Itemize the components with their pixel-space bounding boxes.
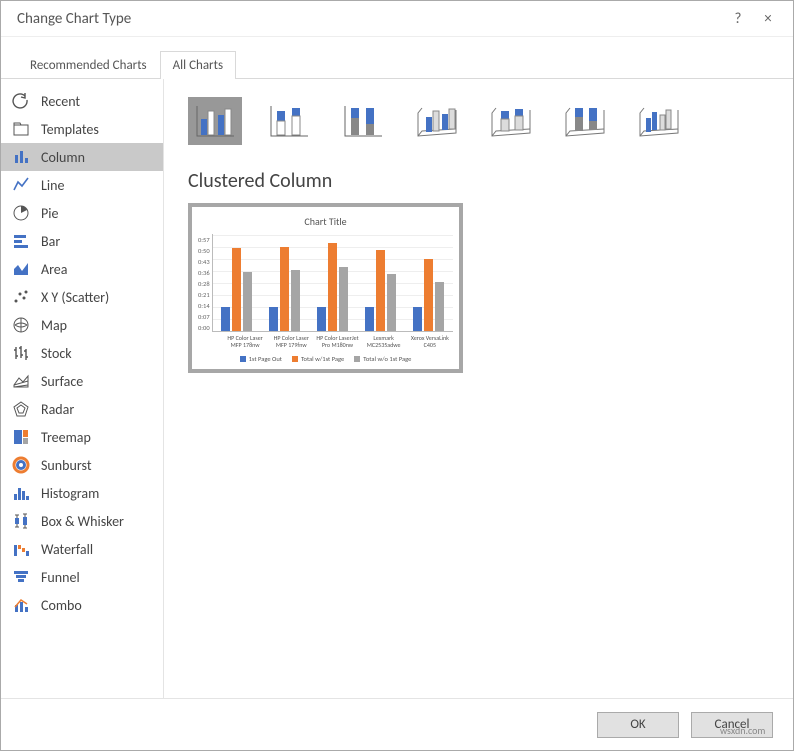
chart-type-title: Clustered Column xyxy=(188,169,769,193)
sidebar-item-label: Combo xyxy=(41,597,82,614)
sidebar-item-label: Waterfall xyxy=(41,541,93,558)
sidebar-item-map[interactable]: Map xyxy=(1,311,163,339)
sidebar-item-templates[interactable]: Templates xyxy=(1,115,163,143)
ok-button[interactable]: OK xyxy=(597,712,679,738)
chart-variants-row xyxy=(188,97,769,145)
sidebar-item-box[interactable]: Box & Whisker xyxy=(1,507,163,535)
sidebar-item-stock[interactable]: Stock xyxy=(1,339,163,367)
variant-100-stacked-column[interactable] xyxy=(336,97,390,145)
sidebar-item-area[interactable]: Area xyxy=(1,255,163,283)
variant-3d-column[interactable] xyxy=(632,97,686,145)
treemap-icon xyxy=(11,427,31,447)
pie-icon xyxy=(11,203,31,223)
sidebar-item-bar[interactable]: Bar xyxy=(1,227,163,255)
y-axis: 0:000:070:140:210:280:360:430:500:57 xyxy=(198,236,212,332)
combo-icon xyxy=(11,595,31,615)
sidebar-item-label: Sunburst xyxy=(41,457,92,474)
sidebar-item-treemap[interactable]: Treemap xyxy=(1,423,163,451)
sidebar-item-label: Column xyxy=(41,149,85,166)
sidebar-item-combo[interactable]: Combo xyxy=(1,591,163,619)
line-icon xyxy=(11,175,31,195)
sidebar-item-line[interactable]: Line xyxy=(1,171,163,199)
variant-3d-100-stacked-column[interactable] xyxy=(558,97,612,145)
sidebar-item-pie[interactable]: Pie xyxy=(1,199,163,227)
sidebar-item-label: Map xyxy=(41,317,67,334)
sidebar-item-column[interactable]: Column xyxy=(1,143,163,171)
funnel-icon xyxy=(11,567,31,587)
recent-icon xyxy=(11,91,31,111)
sidebar-item-label: Histogram xyxy=(41,485,99,502)
waterfall-icon xyxy=(11,539,31,559)
sidebar-item-label: Surface xyxy=(41,373,83,390)
plot xyxy=(212,234,453,332)
map-icon xyxy=(11,315,31,335)
sunburst-icon xyxy=(11,455,31,475)
watermark: wsxdn.com xyxy=(720,724,765,737)
stock-icon xyxy=(11,343,31,363)
sidebar-item-sunburst[interactable]: Sunburst xyxy=(1,451,163,479)
tab-all-charts[interactable]: All Charts xyxy=(160,51,236,79)
sidebar-item-label: Treemap xyxy=(41,429,91,446)
templates-icon xyxy=(11,119,31,139)
chart-preview[interactable]: Chart Title 0:000:070:140:210:280:360:43… xyxy=(188,203,463,373)
variant-3d-clustered-column[interactable] xyxy=(410,97,464,145)
sidebar-item-label: Box & Whisker xyxy=(41,513,124,530)
variant-clustered-column[interactable] xyxy=(188,97,242,145)
area-icon xyxy=(11,259,31,279)
sidebar-item-histogram[interactable]: Histogram xyxy=(1,479,163,507)
tabs: Recommended Charts All Charts xyxy=(1,49,793,79)
x-axis-labels: HP Color Laser MFP 178nwHP Color Laser M… xyxy=(222,335,453,349)
sidebar-item-waterfall[interactable]: Waterfall xyxy=(1,535,163,563)
window-title: Change Chart Type xyxy=(11,10,723,28)
sidebar-item-label: X Y (Scatter) xyxy=(41,289,109,306)
histogram-icon xyxy=(11,483,31,503)
sidebar-item-label: Funnel xyxy=(41,569,80,586)
close-button[interactable]: × xyxy=(753,10,783,28)
variant-stacked-column[interactable] xyxy=(262,97,316,145)
sidebar-item-label: Templates xyxy=(41,121,99,138)
chart-plot-area: 0:000:070:140:210:280:360:430:500:57 xyxy=(198,234,453,332)
bar-icon xyxy=(11,231,31,251)
sidebar-item-surface[interactable]: Surface xyxy=(1,367,163,395)
chart-legend: 1st Page OutTotal w/1st PageTotal w/o 1s… xyxy=(198,355,453,363)
sidebar-item-label: Recent xyxy=(41,93,80,110)
sidebar-item-label: Radar xyxy=(41,401,74,418)
variant-3d-stacked-column[interactable] xyxy=(484,97,538,145)
content-area: Clustered Column Chart Title 0:000:070:1… xyxy=(164,79,793,698)
surface-icon xyxy=(11,371,31,391)
column-icon xyxy=(11,147,31,167)
box-whisker-icon xyxy=(11,511,31,531)
scatter-icon xyxy=(11,287,31,307)
sidebar-item-label: Pie xyxy=(41,205,58,222)
sidebar-item-label: Bar xyxy=(41,233,60,250)
sidebar-item-funnel[interactable]: Funnel xyxy=(1,563,163,591)
sidebar-item-label: Area xyxy=(41,261,67,278)
dialog-footer: OK Cancel xyxy=(1,698,793,750)
sidebar-item-label: Line xyxy=(41,177,64,194)
titlebar: Change Chart Type ? × xyxy=(1,1,793,37)
sidebar-item-xy[interactable]: X Y (Scatter) xyxy=(1,283,163,311)
tab-recommended[interactable]: Recommended Charts xyxy=(17,51,160,79)
chart-preview-title: Chart Title xyxy=(198,215,453,228)
help-button[interactable]: ? xyxy=(723,10,753,28)
radar-icon xyxy=(11,399,31,419)
sidebar: Recent Templates Column Line Pie Bar xyxy=(1,79,164,698)
sidebar-item-label: Stock xyxy=(41,345,72,362)
sidebar-item-recent[interactable]: Recent xyxy=(1,87,163,115)
sidebar-item-radar[interactable]: Radar xyxy=(1,395,163,423)
